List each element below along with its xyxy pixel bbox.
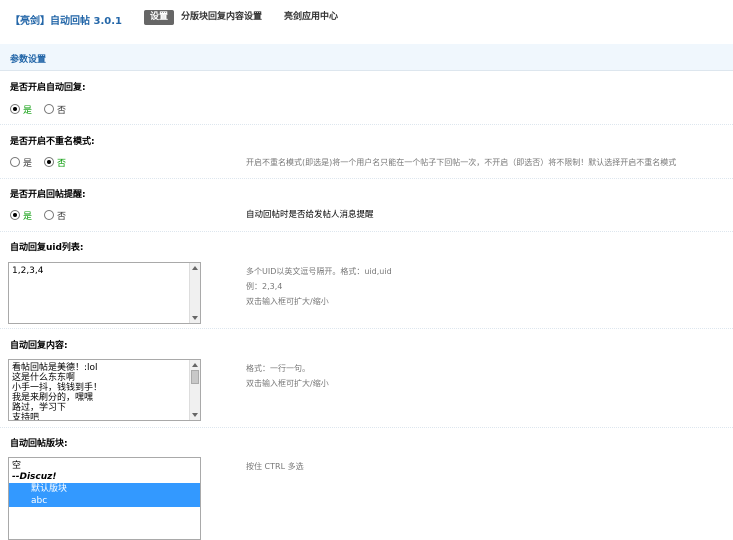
reply-content-value: 看帖回帖是美德！:lol 这是什么东东啊 小手一抖，钱钱到手！ 我是来刷分的，嘿… (12, 363, 103, 421)
section-title: 参数设置 (10, 55, 47, 65)
divider (0, 231, 733, 232)
auto-reply-yes-label: 是 (23, 105, 33, 116)
no-repeat-yes-radio[interactable] (10, 157, 20, 167)
notify-no-radio[interactable] (44, 210, 55, 220)
auto-reply-label: 是否开启自动回复: (10, 83, 86, 93)
notify-yes-label: 是 (23, 211, 33, 222)
divider (0, 124, 733, 125)
notify-tip: 自动回帖时是否给发帖人消息提醒 (246, 210, 374, 220)
tab-settings[interactable]: 设置 (144, 10, 175, 25)
tab-app-center[interactable]: 亮剑应用中心 (284, 10, 338, 25)
divider (0, 178, 733, 179)
scroll-down-icon[interactable] (192, 413, 198, 417)
scroll-down-icon[interactable] (192, 316, 198, 320)
auto-reply-options: 是 否 (10, 102, 78, 116)
uid-list-label: 自动回复uid列表: (10, 243, 84, 253)
notify-label: 是否开启回帖提醒: (10, 190, 86, 200)
forum-option-group: --Discuz! (12, 472, 57, 482)
auto-reply-yes-radio[interactable] (10, 104, 20, 114)
notify-options: 是 否 (10, 208, 78, 222)
notify-yes-radio[interactable] (10, 210, 20, 220)
auto-reply-no-label: 否 (57, 105, 67, 116)
forums-multiselect[interactable]: 空 --Discuz! 默认版块 abc (8, 457, 201, 540)
reply-content-tip-format: 格式：一行一句。 (246, 364, 310, 373)
forums-tip: 按住 CTRL 多选 (246, 462, 304, 471)
reply-content-label: 自动回复内容: (10, 341, 68, 351)
reply-content-textarea[interactable]: 看帖回帖是美德！:lol 这是什么东东啊 小手一抖，钱钱到手！ 我是来刷分的，嘿… (8, 359, 201, 421)
uid-list-textarea[interactable]: 1,2,3,4 (8, 262, 201, 324)
forum-option-default[interactable]: 默认版块 (9, 483, 200, 495)
forum-option-abc[interactable]: abc (9, 495, 200, 507)
uid-list-tip-example: 例：2,3,4 (246, 282, 283, 291)
no-repeat-options: 是 否 (10, 155, 78, 169)
top-bar: 【亮剑】自动回帖 3.0.1 设置 分版块回复内容设置 亮剑应用中心 (0, 0, 733, 34)
divider (0, 427, 733, 428)
reply-content-tip-dblclick: 双击输入框可扩大/缩小 (246, 379, 329, 388)
scroll-up-icon[interactable] (192, 266, 198, 270)
no-repeat-no-radio[interactable] (44, 157, 55, 167)
uid-list-value: 1,2,3,4 (12, 266, 44, 276)
scroll-up-icon[interactable] (192, 363, 198, 367)
auto-reply-no-radio[interactable] (44, 104, 55, 114)
no-repeat-label: 是否开启不重名模式: (10, 137, 95, 147)
scroll-thumb[interactable] (191, 370, 199, 384)
reply-content-scrollbar[interactable] (189, 360, 200, 420)
uid-list-scrollbar[interactable] (189, 263, 200, 323)
section-header: 参数设置 (0, 44, 733, 71)
uid-list-tip-dblclick: 双击输入框可扩大/缩小 (246, 297, 329, 306)
tab-forum-reply-content[interactable]: 分版块回复内容设置 (181, 10, 262, 25)
no-repeat-yes-label: 是 (23, 158, 33, 169)
divider (0, 328, 733, 329)
no-repeat-tip: 开启不重名模式(即选是)将一个用户名只能在一个帖子下回帖一次，不开启（即选否）将… (246, 158, 677, 167)
no-repeat-no-label: 否 (57, 158, 67, 169)
notify-no-label: 否 (57, 211, 67, 222)
forums-label: 自动回帖版块: (10, 439, 68, 449)
uid-list-tip-format: 多个UID以英文逗号隔开。格式：uid,uid (246, 267, 392, 276)
app-title: 【亮剑】自动回帖 3.0.1 (10, 16, 122, 27)
